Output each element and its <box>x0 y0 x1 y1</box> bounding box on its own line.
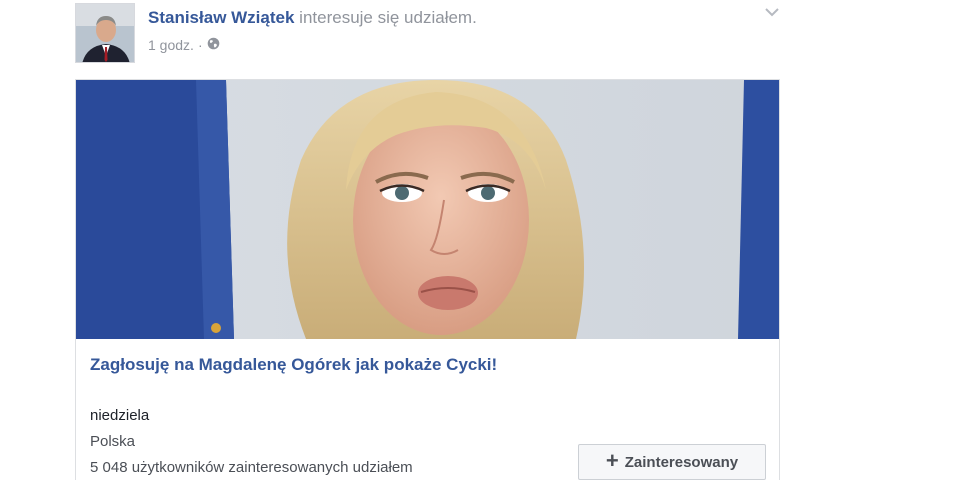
post-meta: 1 godz. · <box>148 37 220 53</box>
author-name-link[interactable]: Stanisław Wziątek <box>148 8 294 27</box>
feed-post: Stanisław Wziątek interesuje się udziałe… <box>0 0 960 480</box>
globe-icon[interactable] <box>207 37 220 53</box>
event-location: Polska <box>90 433 136 450</box>
avatar-portrait <box>76 4 134 62</box>
post-header-text: Stanisław Wziątek interesuje się udziałe… <box>148 8 477 28</box>
plus-icon: + <box>605 448 619 473</box>
chevron-down-icon[interactable] <box>764 5 780 19</box>
author-avatar[interactable] <box>75 3 135 63</box>
event-card[interactable]: Zagłosuję na Magdalenę Ogórek jak pokaże… <box>75 79 780 480</box>
post-timestamp[interactable]: 1 godz. <box>148 37 194 53</box>
interested-button[interactable]: + Zainteresowany <box>578 444 766 480</box>
event-cover-photo[interactable] <box>76 80 780 339</box>
event-title-link[interactable]: Zagłosuję na Magdalenę Ogórek jak pokaże… <box>90 352 570 377</box>
post-action-text: interesuje się udziałem. <box>299 8 477 27</box>
event-interested-count: 5 048 użytkowników zainteresowanych udzi… <box>90 459 413 476</box>
meta-separator: · <box>197 37 203 53</box>
interested-button-label: Zainteresowany <box>624 453 739 471</box>
event-day: niedziela <box>90 407 150 424</box>
